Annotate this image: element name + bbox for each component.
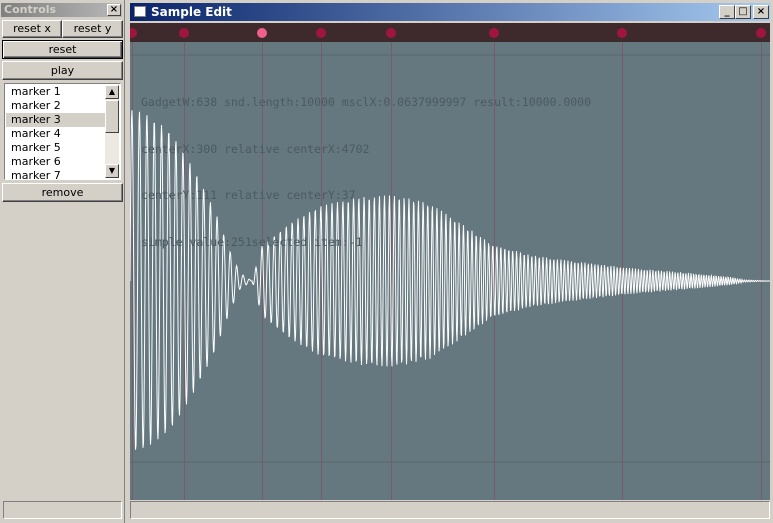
debug-info: GadgetW:638 snd.length:10000 msclX:0.063… [141, 64, 591, 281]
scroll-up-button[interactable]: ▲ [105, 85, 119, 99]
marker-list-scrollbar[interactable]: ▲ ▼ [105, 85, 119, 178]
controls-titlebar[interactable]: Controls × [1, 3, 122, 17]
sample-edit-window: Sample Edit _ □ × GadgetW:638 snd.length… [127, 0, 773, 523]
waveform-canvas[interactable]: GadgetW:638 snd.length:10000 msclX:0.063… [130, 42, 770, 500]
maximize-button[interactable]: □ [735, 5, 751, 19]
minimize-button[interactable]: _ [719, 5, 735, 19]
marker-dot[interactable] [130, 28, 137, 38]
remove-button[interactable]: remove [2, 183, 123, 202]
info-line: centerX:300 relative centerX:4702 [141, 141, 370, 156]
controls-panel: Controls × reset x reset y reset play ma… [0, 0, 125, 523]
info-line: centerY:111 relative centerY:37 [141, 188, 356, 202]
marker-dot[interactable] [316, 28, 326, 38]
marker-dot[interactable] [489, 28, 499, 38]
window-icon [134, 6, 146, 17]
reset-button[interactable]: reset [2, 40, 123, 59]
controls-status-bar [3, 501, 122, 519]
list-item[interactable]: marker 2 [6, 99, 106, 113]
marker-dot-selected[interactable] [257, 28, 267, 38]
close-icon: × [109, 4, 119, 15]
list-item[interactable]: marker 7 [6, 169, 106, 179]
close-icon: × [756, 6, 766, 17]
marker-dot[interactable] [756, 28, 766, 38]
reset-x-button[interactable]: reset x [2, 20, 62, 38]
controls-title: Controls [4, 3, 57, 16]
minimize-icon: _ [724, 6, 730, 17]
list-item[interactable]: marker 4 [6, 127, 106, 141]
marker-dot[interactable] [617, 28, 627, 38]
list-item[interactable]: marker 6 [6, 155, 106, 169]
info-line: GadgetW:638 snd.length:10000 msclX:0.063… [141, 95, 592, 109]
scroll-down-button[interactable]: ▼ [105, 164, 119, 178]
list-item-selected[interactable]: marker 3 [6, 113, 106, 127]
sample-edit-titlebar[interactable]: Sample Edit _ □ × [130, 3, 770, 21]
maximize-icon: □ [738, 6, 748, 17]
arrow-down-icon: ▼ [108, 166, 116, 175]
marker-dots[interactable] [130, 23, 770, 42]
window-close-button[interactable]: × [753, 5, 769, 19]
reset-y-button[interactable]: reset y [62, 20, 123, 38]
marker-dot[interactable] [386, 28, 396, 38]
sample-edit-status-bar [130, 501, 770, 519]
scroll-thumb[interactable] [105, 100, 119, 133]
marker-bar[interactable] [130, 23, 770, 42]
arrow-up-icon: ▲ [108, 87, 116, 96]
list-item[interactable]: marker 1 [6, 85, 106, 99]
controls-close-button[interactable]: × [107, 4, 121, 16]
play-button[interactable]: play [2, 61, 123, 80]
list-item[interactable]: marker 5 [6, 141, 106, 155]
info-line: simple value:251selected item:-1 [141, 234, 363, 249]
sample-edit-title: Sample Edit [151, 5, 232, 19]
marker-dot[interactable] [179, 28, 189, 38]
marker-list[interactable]: marker 1 marker 2 marker 3 marker 4 mark… [4, 83, 121, 180]
